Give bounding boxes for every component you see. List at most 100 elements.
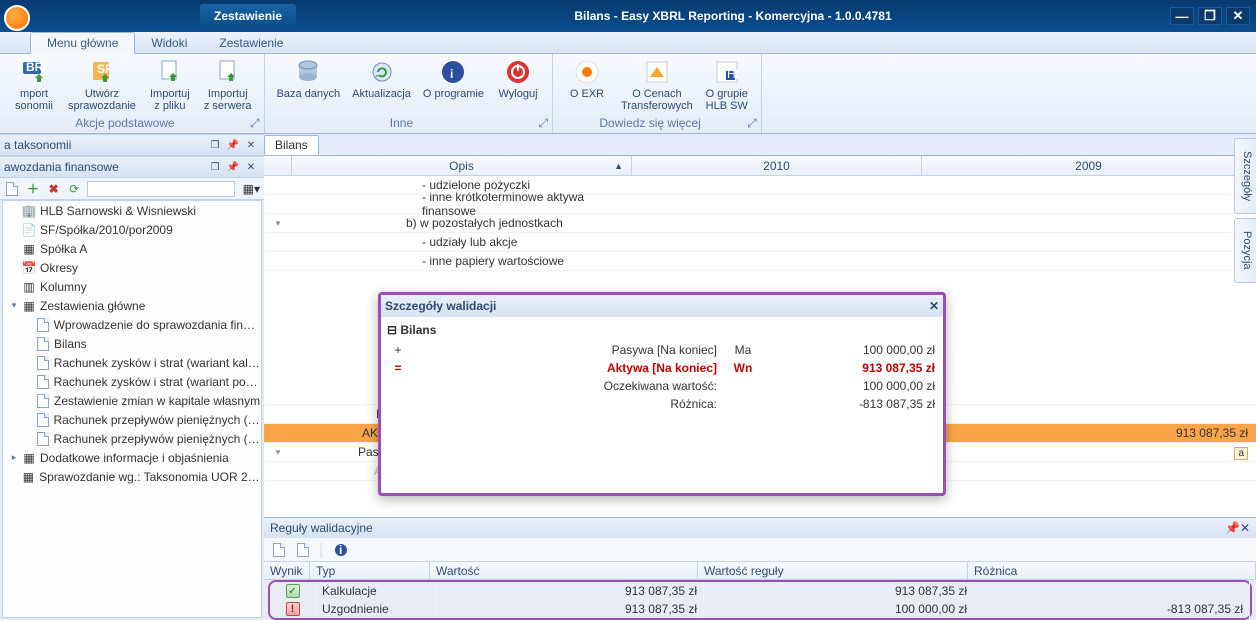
tree-node-periods[interactable]: 📅Okresy <box>3 258 261 277</box>
pane-pin-icon[interactable]: 📌 <box>226 138 240 152</box>
label: Importuj z pliku <box>150 88 190 112</box>
pane-pin-icon[interactable]: 📌 <box>226 160 240 174</box>
svg-text:i: i <box>450 67 453 81</box>
col-wynik[interactable]: Wynik <box>264 562 310 579</box>
refresh-icon[interactable]: ⟳ <box>66 181 83 197</box>
grid-row[interactable]: - inne papiery wartościowe <box>264 252 1256 271</box>
import-server-icon <box>214 58 242 86</box>
ribbon-group-label: Dowiedz się więcej⤢ <box>553 116 761 131</box>
report-tree[interactable]: 🏢HLB Sarnowski & Wisniewski 📄SF/Spółka/2… <box>2 200 262 618</box>
document-tabs: Bilans ✕ <box>264 134 1256 156</box>
doc-a-icon[interactable] <box>270 541 288 559</box>
calendar-icon: 📅 <box>21 261 37 275</box>
label: O programie <box>423 88 484 100</box>
label: mport sonomii <box>15 88 53 112</box>
grid-header: Opis▲ 2010 2009 <box>264 156 1256 176</box>
tree-node-additional-info[interactable]: ▸▦Dodatkowe informacje i objaśnienia <box>3 448 261 467</box>
ribbon: BRL mport sonomii SF Utwórz sprawozdanie… <box>0 54 1256 134</box>
tree-node-statement[interactable]: Rachunek przepływów pieniężnych (m... <box>3 429 261 448</box>
window-close-button[interactable]: ✕ <box>1226 7 1250 25</box>
window-maximize-button[interactable]: ❐ <box>1198 7 1222 25</box>
right-tab-position[interactable]: Pozycja <box>1234 218 1256 283</box>
finreports-pane-header[interactable]: awozdania finansowe ❐ 📌 ✕ <box>0 156 264 178</box>
group-expand-icon[interactable]: ⤢ <box>250 116 260 131</box>
tree-node-statement[interactable]: Wprowadzenie do sprawozdania finan... <box>3 315 261 334</box>
main-area: Bilans ✕ Opis▲ 2010 2009 - udzielone poż… <box>264 134 1256 620</box>
entity-icon: ▦ <box>21 242 37 256</box>
doc-tab-bilans[interactable]: Bilans <box>264 135 319 155</box>
label: O grupie HLB SW <box>706 88 748 112</box>
tp-logo-icon <box>643 58 671 86</box>
import-file-icon <box>156 58 184 86</box>
pane-close-icon[interactable]: ✕ <box>1240 521 1250 535</box>
grid-row[interactable]: ▾b) w pozostałych jednostkach <box>264 214 1256 233</box>
col-typ[interactable]: Typ <box>310 562 430 579</box>
validation-rule-row[interactable]: ✓ Kalkulacje 913 087,35 zł 913 087,35 zł <box>270 582 1250 600</box>
col-wartosc[interactable]: Wartość <box>430 562 698 579</box>
app-logo[interactable] <box>4 5 30 31</box>
tree-node-report[interactable]: 📄SF/Spółka/2010/por2009 <box>3 220 261 239</box>
status-ok-icon: ✓ <box>286 584 300 598</box>
update-icon <box>368 58 396 86</box>
taxonomy-pane-header[interactable]: a taksonomii ❐ 📌 ✕ <box>0 134 264 156</box>
validation-panel-header[interactable]: Reguły walidacyjne 📌 ✕ <box>264 518 1256 538</box>
tree-node-company[interactable]: 🏢HLB Sarnowski & Wisniewski <box>3 201 261 220</box>
ribbon-tab-zestawienie[interactable]: Zestawienie <box>203 33 299 53</box>
tree-node-statement[interactable]: Rachunek zysków i strat (wariant kalk... <box>3 353 261 372</box>
ribbon-group-label: Akcje podstawowe⤢ <box>0 116 264 131</box>
window-minimize-button[interactable]: — <box>1170 7 1194 25</box>
power-icon <box>504 58 532 86</box>
pane-close-icon[interactable]: ✕ <box>244 138 258 152</box>
exr-logo-icon <box>573 58 601 86</box>
view-mode-icon[interactable]: ▦▾ <box>243 181 260 197</box>
pane-window-icon[interactable]: ❐ <box>208 138 222 152</box>
tree-node-columns[interactable]: ▥Kolumny <box>3 277 261 296</box>
label: O Cenach Transferowych <box>621 88 693 112</box>
tree-node-main-statements[interactable]: ▾▦Zestawienia główne <box>3 296 261 315</box>
right-tab-details[interactable]: Szczegóły <box>1234 138 1256 214</box>
window-titlebar: Zestawienie Bilans - Easy XBRL Reporting… <box>0 0 1256 32</box>
col-2009[interactable]: 2009 <box>922 156 1256 175</box>
tree-node-statement[interactable]: Rachunek przepływów pieniężnych (m... <box>3 410 261 429</box>
note-icon[interactable]: a <box>1234 447 1248 460</box>
popup-header[interactable]: Szczegóły walidacji ✕ <box>381 295 943 317</box>
info-small-icon[interactable]: i <box>332 541 350 559</box>
validation-row-equals: = Aktywa [Na koniec] Wn 913 087,35 zł <box>383 359 941 377</box>
tree-search-input[interactable] <box>87 181 235 197</box>
ribbon-tab-main[interactable]: Menu główne <box>30 32 135 54</box>
col-roznica[interactable]: Różnica <box>968 562 1256 579</box>
ribbon-tabs: Menu główne Widoki Zestawienie <box>0 32 1256 54</box>
new-doc-icon[interactable] <box>4 181 21 197</box>
add-icon[interactable]: ＋ <box>25 181 42 197</box>
col-wartosc-reguly[interactable]: Wartość reguły <box>698 562 968 579</box>
svg-text:HLB: HLB <box>727 67 740 81</box>
validation-grid: Wynik Typ Wartość Wartość reguły Różnica… <box>264 562 1256 620</box>
pane-window-icon[interactable]: ❐ <box>208 160 222 174</box>
pane-pin-icon[interactable]: 📌 <box>1225 521 1240 535</box>
company-icon: 🏢 <box>21 204 37 218</box>
group-expand-icon[interactable]: ⤢ <box>538 116 548 131</box>
group-expand-icon[interactable]: ⤢ <box>747 116 757 131</box>
ribbon-context-tab[interactable]: Zestawienie <box>200 4 296 28</box>
popup-close-icon[interactable]: ✕ <box>929 299 939 313</box>
tree-node-entity[interactable]: ▦Spółka A <box>3 239 261 258</box>
validation-rule-row[interactable]: ! Uzgodnienie 913 087,35 zł 100 000,00 z… <box>270 600 1250 618</box>
grid-body[interactable]: - udzielone pożyczki - inne krótkotermin… <box>264 176 1256 517</box>
grid-row[interactable]: - udziały lub akcje <box>264 233 1256 252</box>
delete-icon[interactable]: ✖ <box>45 181 62 197</box>
tree-node-statement[interactable]: Rachunek zysków i strat (wariant poró... <box>3 372 261 391</box>
ribbon-group-label: Inne⤢ <box>265 116 552 131</box>
tree-node-bilans[interactable]: Bilans <box>3 334 261 353</box>
validation-row-plus: + Pasywa [Na koniec] Ma 100 000,00 zł <box>383 341 941 359</box>
validation-group-header[interactable]: ⊟ Bilans <box>383 319 941 341</box>
col-opis[interactable]: Opis▲ <box>292 156 632 175</box>
ribbon-tab-views[interactable]: Widoki <box>135 33 203 53</box>
pane-close-icon[interactable]: ✕ <box>244 160 258 174</box>
tree-node-statement[interactable]: Zestawienie zmian w kapitale własnym <box>3 391 261 410</box>
tree-node-taxonomy-report[interactable]: ▦Sprawozdanie wg.: Taksonomia UOR 2010 <box>3 467 261 486</box>
validation-row-expected: Oczekiwana wartość: 100 000,00 zł <box>383 377 941 395</box>
label: Wyloguj <box>499 88 538 100</box>
col-2010[interactable]: 2010 <box>632 156 922 175</box>
doc-b-icon[interactable] <box>294 541 312 559</box>
grid-row[interactable]: - inne krótkoterminowe aktywa finansowe <box>264 195 1256 214</box>
